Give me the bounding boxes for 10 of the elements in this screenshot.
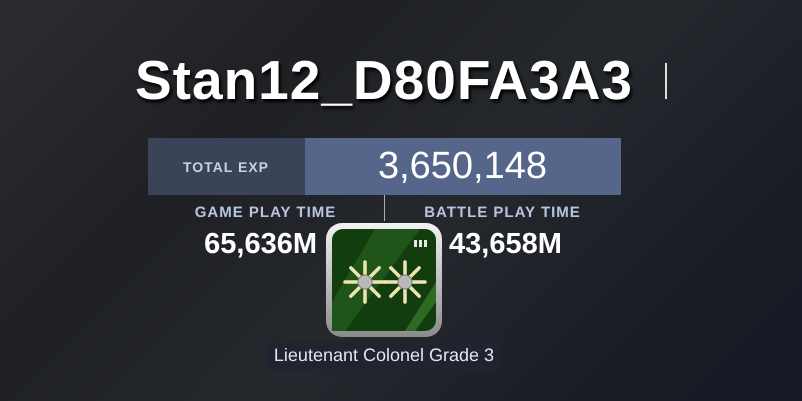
- player-name: Stan12_D80FA3A3: [134, 50, 634, 110]
- total-exp-value: 3,650,148: [304, 138, 620, 195]
- rank-title: Lieutenant Colonel Grade 3: [268, 342, 500, 370]
- text-cursor: [665, 63, 668, 99]
- stat-label: GAME PLAY TIME: [194, 205, 338, 221]
- stat-label: BATTLE PLAY TIME: [423, 205, 582, 221]
- stat-value: 43,658M: [448, 227, 563, 262]
- stat-value: 65,636M: [203, 227, 318, 262]
- rank-badge-icon: [325, 222, 443, 338]
- total-exp-label: TOTAL EXP: [148, 138, 304, 195]
